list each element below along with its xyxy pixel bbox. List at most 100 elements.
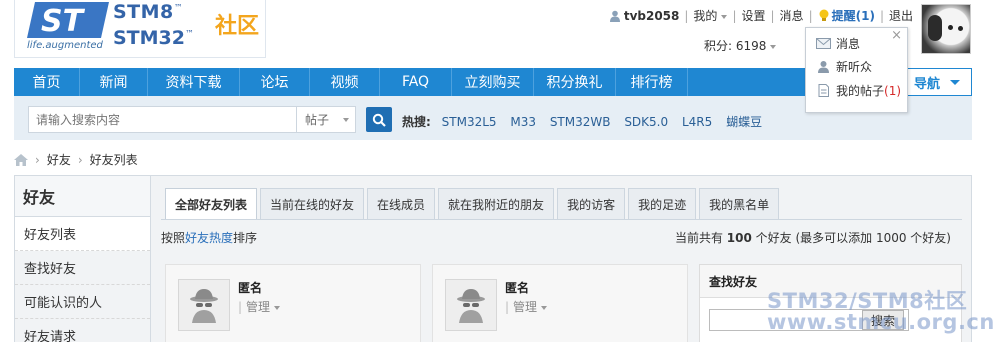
avatar-dog-ear [928, 15, 942, 41]
anonymous-avatar-icon[interactable] [178, 279, 230, 331]
sort-by-popularity-link[interactable]: 好友热度 [185, 231, 233, 245]
tab-divider [161, 219, 962, 220]
breadcrumb-friends[interactable]: 好友 [47, 151, 71, 168]
friend-name[interactable]: 匿名 [238, 279, 262, 296]
tab-my-visitors[interactable]: 我的访客 [557, 188, 626, 219]
lightbulb-icon [819, 9, 829, 21]
watermark-line2: www.stmcu.org.cn [767, 310, 995, 334]
nav-buy[interactable]: 立刻购买 [452, 68, 534, 96]
search-input[interactable] [28, 106, 310, 133]
hot-search: 热搜: STM32L5 M33 STM32WB SDK5.0 L4R5 蝴蝶豆 [402, 113, 772, 130]
hot-search-label: 热搜: [402, 115, 431, 129]
hot-tag[interactable]: SDK5.0 [624, 115, 668, 129]
svg-text:ST: ST [41, 4, 86, 38]
separator: | [684, 8, 689, 23]
nav-downloads[interactable]: 资料下载 [148, 68, 240, 96]
dropdown-item-new-listeners[interactable]: 新听众 [816, 58, 872, 75]
nav-dropdown-button[interactable]: 导航 [902, 68, 972, 96]
separator: | [770, 8, 775, 23]
logo-stm8: STM8™ [113, 1, 184, 23]
logo-stm32: STM32™ [113, 27, 194, 49]
chevron-down-icon [770, 44, 777, 49]
sidebar-item-friend-list[interactable]: 好友列表 [15, 217, 150, 251]
user-icon [609, 10, 620, 22]
avatar-eye [948, 25, 953, 30]
friend-name[interactable]: 匿名 [505, 279, 529, 296]
spy-icon [190, 289, 218, 323]
separator: | [808, 8, 813, 23]
site-logo[interactable]: ST life.augmented STM8™ STM32™ 社区 [14, 0, 266, 58]
sidebar-item-find-friend[interactable]: 查找好友 [15, 251, 150, 285]
dropdown-item-messages[interactable]: 消息 [816, 35, 860, 52]
user-avatar[interactable] [921, 4, 971, 54]
nav-home[interactable]: 首页 [14, 68, 80, 96]
count-prefix: 当前共有 [674, 231, 727, 245]
logout-link[interactable]: 退出 [889, 7, 913, 24]
user-icon [818, 61, 829, 73]
close-icon[interactable]: × [891, 28, 902, 43]
search-button[interactable] [366, 107, 392, 132]
sort-suffix: 排序 [233, 231, 258, 245]
breadcrumb-separator: › [77, 152, 83, 167]
dropdown-item-my-posts[interactable]: 我的帖子 (1) [816, 82, 901, 99]
spy-icon [457, 289, 485, 323]
count-suffix: 个好友 (最多可以添加 1000 个好友) [751, 231, 951, 245]
settings-link[interactable]: 设置 [741, 7, 765, 24]
nav-video[interactable]: 视频 [310, 68, 380, 96]
chevron-down-icon [721, 14, 728, 19]
chevron-down-icon [950, 79, 960, 85]
tab-online-friends[interactable]: 当前在线的好友 [260, 188, 365, 219]
separator: | [732, 8, 737, 23]
count-number: 100 [726, 231, 752, 245]
breadcrumb-separator: › [35, 152, 40, 167]
nav-faq[interactable]: FAQ [380, 68, 452, 96]
st-logo-icon: ST [27, 2, 109, 38]
tab-bar: 全部好友列表 当前在线的好友 在线成员 就在我附近的朋友 我的访客 我的足迹 我… [165, 188, 782, 220]
envelope-icon [816, 38, 831, 49]
tab-nearby-friends[interactable]: 就在我附近的朋友 [438, 188, 555, 219]
friend-count: 当前共有 100 个好友 (最多可以添加 1000 个好友) [675, 229, 951, 246]
my-posts-count: (1) [884, 83, 902, 98]
nav-points-gift[interactable]: 积分换礼 [534, 68, 616, 96]
logo-community-text: 社区 [215, 14, 260, 39]
tab-online-members[interactable]: 在线成员 [367, 188, 436, 219]
separator: | [879, 8, 884, 23]
nav-news[interactable]: 新闻 [80, 68, 148, 96]
username-link[interactable]: tvb2058 [624, 9, 680, 23]
document-icon [818, 84, 829, 97]
friend-card: 匿名 | 管理 [432, 264, 688, 342]
nav-ranking[interactable]: 排行榜 [616, 68, 688, 96]
hot-tag[interactable]: M33 [510, 115, 536, 129]
tab-blacklist[interactable]: 我的黑名单 [699, 188, 780, 219]
hot-tag[interactable]: L4R5 [682, 115, 712, 129]
nav-forum[interactable]: 论坛 [240, 68, 310, 96]
hot-tag[interactable]: STM32WB [550, 115, 611, 129]
user-toolbar: tvb2058 | 我的 | 设置 | 消息 | 提醒(1) | 退出 [609, 7, 913, 24]
friend-manage-menu[interactable]: | 管理 [505, 298, 548, 315]
home-icon[interactable] [14, 153, 28, 166]
messages-link[interactable]: 消息 [780, 7, 804, 24]
tab-my-footprints[interactable]: 我的足迹 [628, 188, 697, 219]
search-type-select[interactable]: 帖子 [296, 106, 356, 133]
sidebar-item-friend-requests[interactable]: 好友请求 [15, 319, 150, 342]
mine-menu[interactable]: 我的 [693, 7, 728, 24]
hot-tag[interactable]: STM32L5 [442, 115, 497, 129]
sort-info: 按照好友热度排序 [161, 229, 257, 246]
chevron-down-icon [541, 305, 548, 310]
hot-tag[interactable]: 蝴蝶豆 [726, 115, 762, 129]
sidebar-item-may-know[interactable]: 可能认识的人 [15, 285, 150, 319]
points-menu[interactable]: 积分: 6198 [704, 37, 777, 54]
search-icon [372, 113, 386, 127]
friend-manage-menu[interactable]: | 管理 [238, 298, 281, 315]
breadcrumb-friend-list[interactable]: 好友列表 [90, 151, 138, 168]
avatar-eye [958, 26, 963, 31]
sort-prefix: 按照 [161, 231, 186, 245]
breadcrumb: › 好友 › 好友列表 [14, 151, 138, 168]
logo-tagline: life.augmented [27, 40, 103, 51]
notification-dropdown: × 消息 新听众 我的帖子 (1) [805, 27, 908, 113]
tab-all-friends[interactable]: 全部好友列表 [165, 188, 258, 220]
chevron-down-icon [274, 305, 281, 310]
chevron-down-icon [343, 117, 350, 122]
anonymous-avatar-icon[interactable] [445, 279, 497, 331]
reminders-link[interactable]: 提醒(1) [832, 7, 875, 24]
